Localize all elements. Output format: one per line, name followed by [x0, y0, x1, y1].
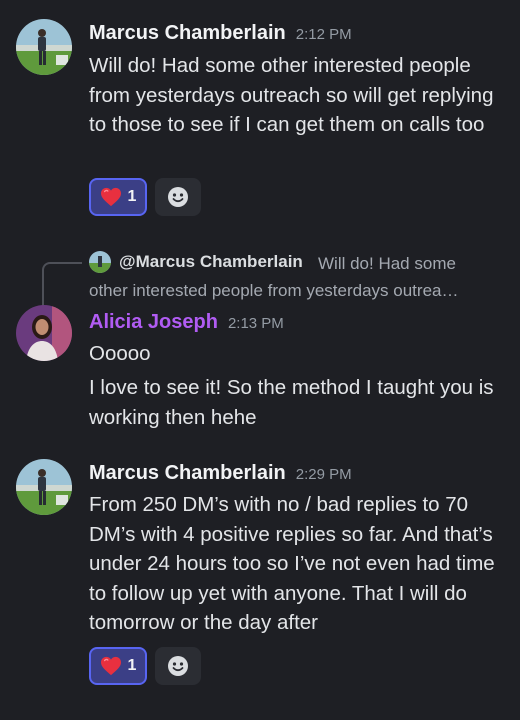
heart-icon [100, 656, 121, 676]
chat-log: Marcus Chamberlain 2:12 PM Will do! Had … [0, 0, 520, 720]
message-text: Will do! Had some other interested peopl… [89, 54, 494, 136]
reply-preview-first: Will do! Had some [318, 254, 456, 273]
message-text: From 250 DM’s with no / bad replies to 7… [89, 493, 495, 634]
add-reaction-button[interactable] [155, 178, 201, 216]
heart-icon [100, 187, 121, 207]
author-name[interactable]: Marcus Chamberlain [89, 22, 286, 45]
add-reaction-button[interactable] [155, 647, 201, 685]
author-name[interactable]: Marcus Chamberlain [89, 462, 286, 485]
reaction-count: 1 [127, 657, 137, 674]
timestamp: 2:13 PM [227, 315, 284, 332]
reaction-count: 1 [127, 188, 137, 205]
avatar[interactable] [16, 305, 72, 361]
message-text: I love to see it! So the method I taught… [89, 376, 494, 429]
heart-reaction[interactable]: 1 [89, 178, 147, 216]
author-name[interactable]: Alicia Joseph [89, 311, 218, 334]
heart-reaction[interactable]: 1 [89, 647, 147, 685]
smile-icon [168, 656, 188, 676]
reply-preview[interactable]: Will do! Had some other interested peopl… [89, 250, 509, 304]
message-text: Ooooo [89, 342, 151, 365]
avatar[interactable] [16, 459, 72, 515]
smile-icon [168, 187, 188, 207]
avatar[interactable] [16, 19, 72, 75]
reply-preview-second: other interested people from yesterdays … [89, 281, 459, 300]
timestamp: 2:12 PM [295, 26, 352, 43]
timestamp: 2:29 PM [295, 466, 352, 483]
